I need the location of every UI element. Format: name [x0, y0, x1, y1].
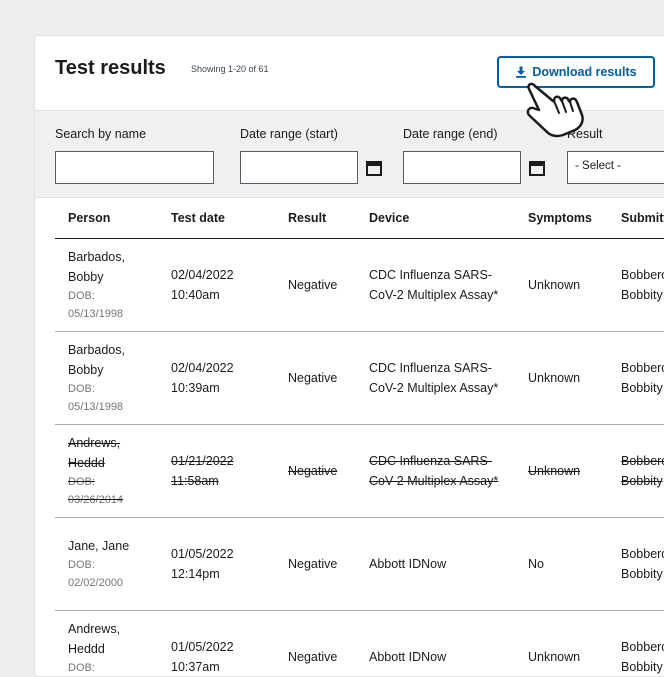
submitted-by-cell: Bobberoo,Bobbity — [608, 425, 664, 518]
device-cell: Abbott IDNow — [356, 518, 515, 611]
symptoms-cell: Unknown — [515, 425, 608, 518]
submitter-first: Bobbity — [621, 564, 664, 584]
column-header-symptoms[interactable]: Symptoms — [515, 198, 608, 239]
test-date: 02/04/2022 — [171, 358, 275, 378]
submitter-last: Bobberoo, — [621, 637, 664, 657]
calendar-icon[interactable] — [529, 160, 545, 176]
person-cell: Andrews, HedddDOB:03/26/2014 — [55, 611, 158, 677]
column-header-result[interactable]: Result — [275, 198, 356, 239]
table-row[interactable]: Barbados, BobbyDOB:05/13/199802/04/20221… — [55, 332, 664, 425]
test-time: 10:40am — [171, 285, 275, 305]
dob-label: DOB: — [68, 380, 150, 398]
symptoms-cell: Unknown — [515, 332, 608, 425]
date-end-input[interactable] — [403, 151, 521, 184]
result-cell: Negative — [275, 332, 356, 425]
submitter-last: Bobberoo, — [621, 451, 664, 471]
result-cell: Negative — [275, 611, 356, 677]
search-input[interactable] — [55, 151, 214, 184]
person-name: Andrews, Heddd — [68, 619, 150, 659]
test-date-cell: 01/05/202210:37am — [158, 611, 275, 677]
person-name: Barbados, Bobby — [68, 247, 150, 287]
column-header-submitted-by[interactable]: Submitted by — [608, 198, 664, 239]
dob-label: DOB: — [68, 287, 150, 305]
test-date: 01/21/2022 — [171, 451, 275, 471]
table-row[interactable]: Barbados, BobbyDOB:05/13/199802/04/20221… — [55, 239, 664, 332]
device-cell: CDC Influenza SARS-CoV-2 Multiplex Assay… — [356, 332, 515, 425]
calendar-icon[interactable] — [366, 160, 382, 176]
test-date-cell: 01/05/202212:14pm — [158, 518, 275, 611]
search-label: Search by name — [55, 127, 146, 141]
submitter-last: Bobberoo, — [621, 358, 664, 378]
hand-pointer-icon — [525, 80, 587, 138]
test-date: 01/05/2022 — [171, 637, 275, 657]
results-table: Person Test date Result Device Symptoms … — [55, 198, 664, 677]
download-results-label: Download results — [532, 65, 636, 79]
table-header-row: Person Test date Result Device Symptoms … — [55, 198, 664, 239]
dob-label: DOB: — [68, 659, 150, 677]
device-cell: Abbott IDNow — [356, 611, 515, 677]
dob-value: 03/26/2014 — [68, 491, 150, 509]
test-time: 12:14pm — [171, 564, 275, 584]
column-header-device[interactable]: Device — [356, 198, 515, 239]
submitter-first: Bobbity — [621, 471, 664, 491]
table-row[interactable]: Jane, JaneDOB:02/02/200001/05/202212:14p… — [55, 518, 664, 611]
result-cell: Negative — [275, 425, 356, 518]
symptoms-cell: Unknown — [515, 239, 608, 332]
column-header-test-date[interactable]: Test date — [158, 198, 275, 239]
submitted-by-cell: Bobberoo,Bobbity — [608, 611, 664, 677]
person-name: Barbados, Bobby — [68, 340, 150, 380]
test-time: 10:39am — [171, 378, 275, 398]
test-date: 01/05/2022 — [171, 544, 275, 564]
submitter-last: Bobberoo, — [621, 544, 664, 564]
date-start-label: Date range (start) — [240, 127, 338, 141]
symptoms-cell: No — [515, 518, 608, 611]
date-end-label: Date range (end) — [403, 127, 498, 141]
person-cell: Barbados, BobbyDOB:05/13/1998 — [55, 332, 158, 425]
result-select-value: - Select - — [575, 160, 621, 172]
dob-label: DOB: — [68, 473, 150, 491]
submitter-first: Bobbity — [621, 285, 664, 305]
submitted-by-cell: Bobberoo,Bobbity — [608, 332, 664, 425]
test-time: 10:37am — [171, 657, 275, 677]
test-time: 11:58am — [171, 471, 275, 491]
dob-label: DOB: — [68, 556, 150, 574]
person-cell: Jane, JaneDOB:02/02/2000 — [55, 518, 158, 611]
test-date-cell: 01/21/202211:58am — [158, 425, 275, 518]
test-date: 02/04/2022 — [171, 265, 275, 285]
person-name: Jane, Jane — [68, 536, 150, 556]
person-cell: Andrews, HedddDOB:03/26/2014 — [55, 425, 158, 518]
result-cell: Negative — [275, 239, 356, 332]
device-cell: CDC Influenza SARS-CoV-2 Multiplex Assay… — [356, 425, 515, 518]
person-cell: Barbados, BobbyDOB:05/13/1998 — [55, 239, 158, 332]
device-cell: CDC Influenza SARS-CoV-2 Multiplex Assay… — [356, 239, 515, 332]
submitter-last: Bobberoo, — [621, 265, 664, 285]
test-date-cell: 02/04/202210:39am — [158, 332, 275, 425]
download-icon — [515, 66, 527, 78]
person-name: Andrews, Heddd — [68, 433, 150, 473]
result-select[interactable]: - Select - ▲▼ — [567, 151, 664, 184]
dob-value: 02/02/2000 — [68, 574, 150, 592]
date-start-input[interactable] — [240, 151, 358, 184]
symptoms-cell: Unknown — [515, 611, 608, 677]
submitter-first: Bobbity — [621, 657, 664, 677]
result-cell: Negative — [275, 518, 356, 611]
page-title: Test results — [55, 57, 166, 80]
table-row[interactable]: Andrews, HedddDOB:03/26/201401/05/202210… — [55, 611, 664, 677]
dob-value: 05/13/1998 — [68, 305, 150, 323]
results-count: Showing 1-20 of 61 — [191, 64, 269, 74]
column-header-person[interactable]: Person — [55, 198, 158, 239]
submitter-first: Bobbity — [621, 378, 664, 398]
submitted-by-cell: Bobberoo,Bobbity — [608, 239, 664, 332]
submitted-by-cell: Bobberoo,Bobbity — [608, 518, 664, 611]
test-date-cell: 02/04/202210:40am — [158, 239, 275, 332]
dob-value: 05/13/1998 — [68, 398, 150, 416]
table-row[interactable]: Andrews, HedddDOB:03/26/201401/21/202211… — [55, 425, 664, 518]
